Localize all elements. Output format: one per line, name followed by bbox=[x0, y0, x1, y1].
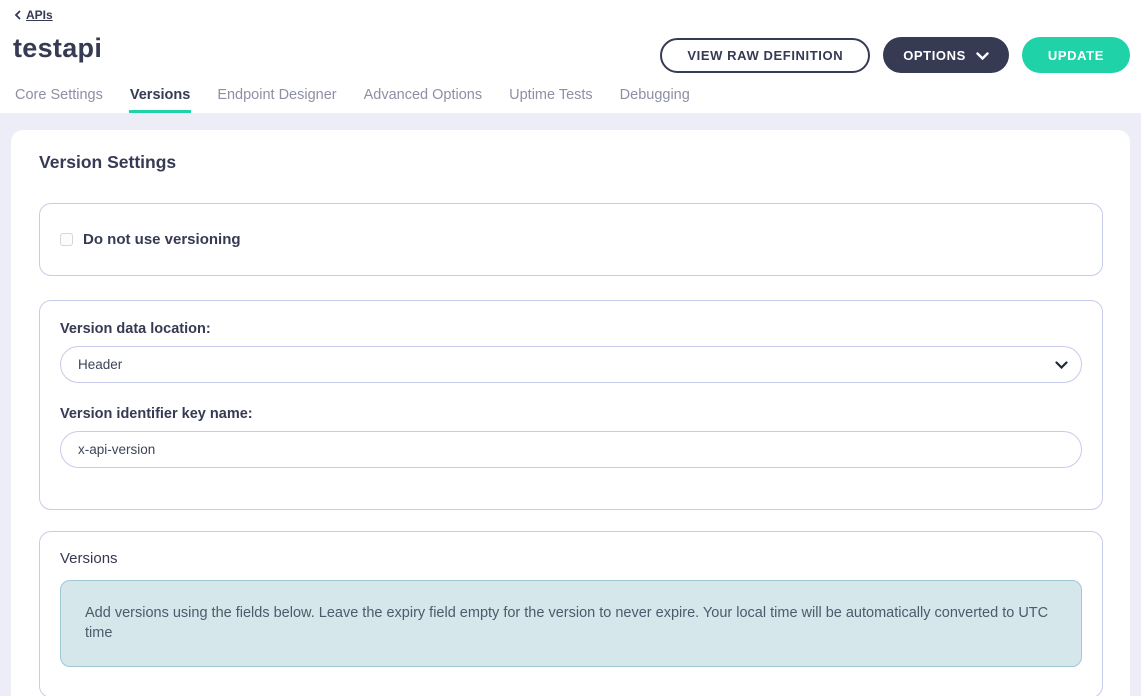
version-data-location-value: Header bbox=[78, 357, 122, 372]
do-not-use-versioning-checkbox[interactable] bbox=[60, 233, 73, 246]
version-fields-panel: Version data location: Header Version id… bbox=[39, 300, 1103, 510]
version-key-name-label: Version identifier key name: bbox=[60, 406, 1082, 422]
version-data-location-label: Version data location: bbox=[60, 321, 1082, 337]
options-button[interactable]: OPTIONS bbox=[883, 37, 1009, 73]
api-tab-bar: Core Settings Versions Endpoint Designer… bbox=[14, 87, 691, 113]
tab-advanced-options[interactable]: Advanced Options bbox=[363, 87, 484, 113]
version-settings-card: Version Settings Do not use versioning V… bbox=[11, 130, 1130, 696]
do-not-use-versioning-label[interactable]: Do not use versioning bbox=[83, 231, 241, 248]
versions-section-title: Versions bbox=[60, 550, 1082, 567]
version-data-location-select[interactable]: Header bbox=[60, 346, 1082, 383]
versions-info-text: Add versions using the fields below. Lea… bbox=[85, 605, 1048, 641]
tab-endpoint-designer[interactable]: Endpoint Designer bbox=[216, 87, 337, 113]
content-area: Version Settings Do not use versioning V… bbox=[0, 113, 1141, 696]
chevron-left-icon bbox=[14, 10, 22, 20]
versions-info-banner: Add versions using the fields below. Lea… bbox=[60, 580, 1082, 667]
header-actions: VIEW RAW DEFINITION OPTIONS UPDATE bbox=[660, 37, 1130, 73]
tab-uptime-tests[interactable]: Uptime Tests bbox=[508, 87, 594, 113]
version-key-name-input[interactable] bbox=[60, 431, 1082, 468]
chevron-down-icon bbox=[1055, 361, 1068, 369]
view-raw-definition-button[interactable]: VIEW RAW DEFINITION bbox=[660, 38, 870, 73]
breadcrumb-apis-link[interactable]: APIs bbox=[14, 8, 53, 22]
options-button-label: OPTIONS bbox=[903, 48, 966, 63]
tab-versions[interactable]: Versions bbox=[129, 87, 191, 113]
api-title: testapi bbox=[13, 33, 102, 64]
versioning-toggle-panel: Do not use versioning bbox=[39, 203, 1103, 276]
tab-core-settings[interactable]: Core Settings bbox=[14, 87, 104, 113]
chevron-down-icon bbox=[976, 48, 989, 63]
breadcrumb-label: APIs bbox=[26, 8, 53, 22]
versions-panel: Versions Add versions using the fields b… bbox=[39, 531, 1103, 696]
page-header: APIs testapi VIEW RAW DEFINITION OPTIONS… bbox=[0, 0, 1141, 113]
version-settings-heading: Version Settings bbox=[39, 152, 1103, 173]
tab-debugging[interactable]: Debugging bbox=[619, 87, 691, 113]
update-button[interactable]: UPDATE bbox=[1022, 37, 1130, 73]
